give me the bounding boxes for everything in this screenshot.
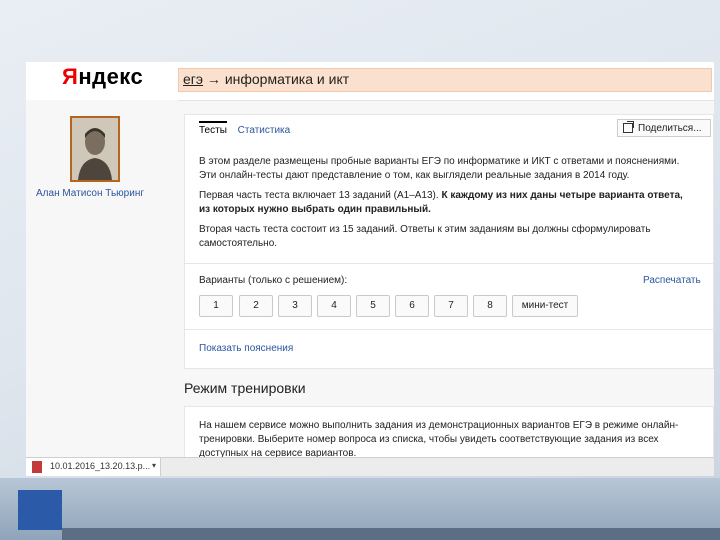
browser-viewport: Яндекс егэ → информатика и икт Алан Мати… <box>26 62 714 457</box>
variant-button-4[interactable]: 4 <box>317 295 351 317</box>
portrait-icon <box>72 118 118 180</box>
intro-paragraph-1: В этом разделе размещены пробные вариант… <box>199 156 680 181</box>
variant-button-1[interactable]: 1 <box>199 295 233 317</box>
share-icon <box>623 121 634 133</box>
training-paragraph: На нашем сервисе можно выполнить задания… <box>199 420 679 457</box>
variant-button-3[interactable]: 3 <box>278 295 312 317</box>
tab-tests[interactable]: Тесты <box>199 121 227 138</box>
variant-button-2[interactable]: 2 <box>239 295 273 317</box>
search-query-text: егэ → информатика и икт <box>183 71 350 87</box>
show-explanations-link[interactable]: Показать пояснения <box>199 343 293 354</box>
download-file-name: 10.01.2016_13.20.13.p... <box>50 461 151 471</box>
divider <box>185 263 713 264</box>
share-button[interactable]: Поделиться... <box>617 119 711 137</box>
variant-button-6[interactable]: 6 <box>395 295 429 317</box>
variant-button-7[interactable]: 7 <box>434 295 468 317</box>
tests-card: Тесты Статистика Поделиться... В этом ра… <box>184 114 714 369</box>
mini-test-button[interactable]: мини-тест <box>512 295 578 317</box>
search-query-box[interactable]: егэ → информатика и икт <box>178 68 712 92</box>
decorative-blue-square <box>18 490 62 530</box>
variants-label: Варианты (только с решением): <box>199 275 348 286</box>
download-item[interactable]: 10.01.2016_13.20.13.p... ▾ <box>26 458 161 476</box>
tabs: Тесты Статистика <box>199 121 298 138</box>
sidebar: Алан Матисон Тьюринг <box>26 100 178 457</box>
chevron-down-icon[interactable]: ▾ <box>152 461 156 470</box>
print-link[interactable]: Распечатать <box>643 275 701 286</box>
training-card: На нашем сервисе можно выполнить задания… <box>184 406 714 457</box>
portrait-image[interactable] <box>70 116 120 182</box>
yandex-header: Яндекс егэ → информатика и икт <box>26 62 714 101</box>
training-section-title: Режим тренировки <box>184 380 306 396</box>
yandex-logo[interactable]: Яндекс <box>62 64 143 90</box>
variant-button-5[interactable]: 5 <box>356 295 390 317</box>
intro-paragraph-3: Вторая часть теста состоит из 15 заданий… <box>199 224 651 249</box>
divider <box>185 329 713 330</box>
tab-statistics[interactable]: Статистика <box>238 125 291 138</box>
decorative-bottom-strip <box>62 528 720 540</box>
intro-paragraph-2: Первая часть теста включает 13 заданий (… <box>199 190 683 215</box>
pdf-file-icon <box>32 461 42 473</box>
variant-button-8[interactable]: 8 <box>473 295 507 317</box>
downloads-bar: 10.01.2016_13.20.13.p... ▾ <box>26 457 714 476</box>
person-name-link[interactable]: Алан Матисон Тьюринг <box>36 188 166 199</box>
